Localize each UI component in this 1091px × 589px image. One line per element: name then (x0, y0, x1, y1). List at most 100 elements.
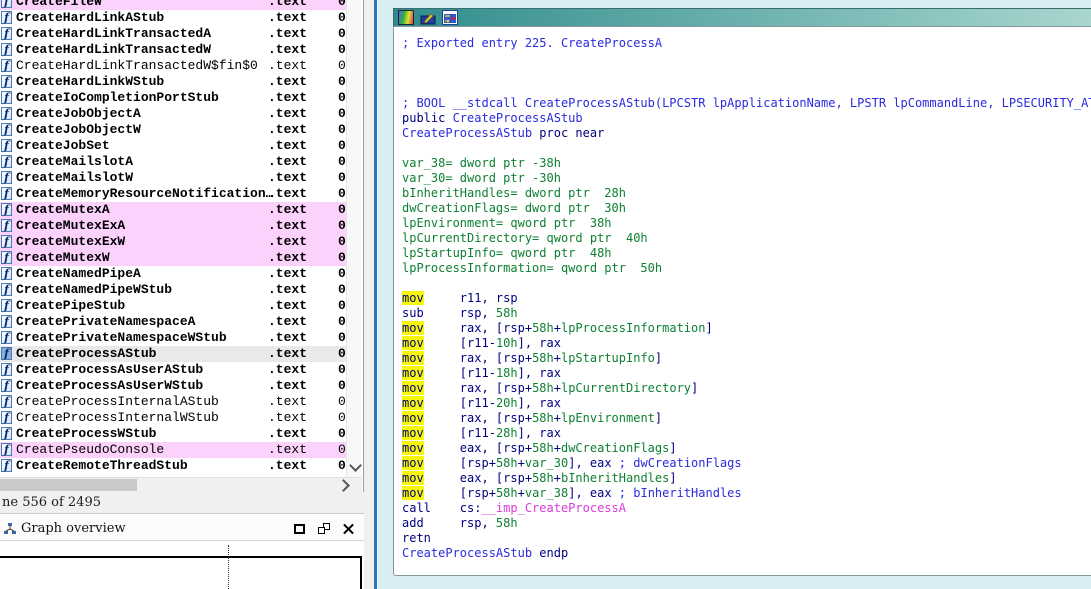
function-row[interactable]: f CreateMutexExW .text 0 (0, 234, 347, 250)
function-row[interactable]: f CreateMailslotA .text 0 (0, 154, 347, 170)
keyword-token: ] (669, 441, 677, 455)
code-line[interactable]: var_30= dword ptr -30h (402, 171, 1091, 186)
function-row[interactable]: f CreateNamedPipeA .text 0 (0, 266, 347, 282)
function-row[interactable]: fCreateProcessInternalWStub.text00 (0, 410, 347, 426)
function-row[interactable]: f CreateJobObjectW .text 0 (0, 122, 347, 138)
code-line[interactable]: mov rax, [rsp+58h+lpCurrentDirectory] (402, 381, 1091, 396)
code-line[interactable]: mov rax, [rsp+58h+lpProcessInformation] (402, 321, 1091, 336)
function-row[interactable]: f CreateIoCompletionPortStub .text 0 (0, 90, 347, 106)
code-line[interactable]: var_38= dword ptr -38h (402, 156, 1091, 171)
code-line[interactable]: mov rax, [rsp+58h+lpStartupInfo] (402, 351, 1091, 366)
function-segment: .text (268, 122, 308, 137)
maximize-icon[interactable] (294, 523, 305, 534)
code-line[interactable]: ; Exported entry 225. CreateProcessA (402, 36, 1091, 51)
graph-view-rectangle[interactable] (0, 556, 362, 589)
functions-horizontal-scrollbar[interactable] (0, 477, 362, 492)
scroll-right-icon[interactable] (337, 479, 350, 492)
operand-token: 58h (495, 456, 518, 470)
code-line[interactable] (402, 66, 1091, 81)
close-icon[interactable] (343, 523, 354, 534)
function-row[interactable]: f CreateJobSet .text 0 (0, 138, 347, 154)
horizontal-scroll-thumb[interactable] (0, 479, 137, 491)
code-line[interactable]: mov [r11-20h], rax (402, 396, 1091, 411)
keyword-token: + (553, 321, 561, 335)
function-f-icon: f (1, 363, 12, 376)
function-row[interactable]: fCreateProcessInternalAStub.text00 (0, 394, 347, 410)
code-line[interactable]: mov [rsp+58h+var_30], eax ; dwCreationFl… (402, 456, 1091, 471)
function-row[interactable]: f CreateProcessWStub .text 0 (0, 426, 347, 442)
function-name: CreateHardLinkAStub (16, 10, 165, 25)
code-line[interactable] (402, 141, 1091, 156)
function-row[interactable]: f CreateHardLinkTransactedA .text 0 (0, 26, 347, 42)
code-line[interactable]: ; BOOL __stdcall CreateProcessAStub(LPCS… (402, 96, 1091, 111)
code-line[interactable]: public CreateProcessAStub (402, 111, 1091, 126)
function-row[interactable]: fCreatePseudoConsole.text00 (0, 442, 347, 458)
code-line[interactable]: call cs:__imp_CreateProcessA (402, 501, 1091, 516)
function-row[interactable]: f CreateRemoteThreadStub .text 0 (0, 458, 347, 474)
function-row[interactable]: f CreateMemoryResourceNotification… .text 0 (0, 186, 347, 202)
code-line[interactable]: mov r11, rsp (402, 291, 1091, 306)
float-icon[interactable] (318, 523, 330, 534)
panel-splitter[interactable] (364, 0, 378, 589)
code-line[interactable]: mov [r11-28h], rax (402, 426, 1091, 441)
code-line[interactable]: mov eax, [rsp+58h+bInheritHandles] (402, 471, 1091, 486)
function-segment: .text (268, 58, 308, 73)
graph-overview-canvas[interactable] (0, 541, 364, 589)
code-line[interactable]: mov [rsp+58h+var_38], eax ; bInheritHand… (402, 486, 1091, 501)
functions-vertical-scrollbar[interactable] (346, 0, 362, 477)
keyword-token: [r11- (423, 426, 496, 440)
code-line[interactable] (402, 51, 1091, 66)
function-row[interactable]: f CreateNamedPipeWStub .text 0 (0, 282, 347, 298)
code-line[interactable] (402, 276, 1091, 291)
keyword-token: [rsp+ (423, 486, 496, 500)
code-line[interactable]: lpStartupInfo= qword ptr 48h (402, 246, 1091, 261)
keyword-token: eax, [rsp+ (423, 471, 533, 485)
function-row[interactable]: f CreateJobObjectA .text 0 (0, 106, 347, 122)
code-line[interactable] (402, 81, 1091, 96)
code-line[interactable]: mov [r11-10h], rax (402, 336, 1091, 351)
function-row[interactable]: f CreateHardLinkWStub .text 0 (0, 74, 347, 90)
function-row[interactable]: f CreatePrivateNamespaceWStub .text 0 (0, 330, 347, 346)
graph-overview-titlebar[interactable]: Graph overview (0, 517, 364, 541)
function-f-icon: f (1, 427, 12, 440)
operand-token: dwCreationFlags= dword ptr 30h (402, 201, 626, 215)
function-name: CreateProcessWStub (16, 426, 157, 441)
function-row[interactable]: fCreateHardLinkTransactedW$fin$0.text00 (0, 58, 347, 74)
code-line[interactable]: CreateProcessAStub endp (402, 546, 1091, 561)
code-line[interactable]: retn (402, 531, 1091, 546)
function-row[interactable]: f CreateHardLinkAStub .text 0 (0, 10, 347, 26)
function-row[interactable]: f CreateMutexExA .text 0 (0, 218, 347, 234)
function-segment: .text (268, 90, 308, 105)
function-f-icon: f (1, 315, 12, 328)
code-line[interactable]: add rsp, 58h (402, 516, 1091, 531)
code-line[interactable]: lpEnvironment= qword ptr 38h (402, 216, 1091, 231)
operand-token: bInheritHandles (560, 471, 670, 485)
code-line[interactable]: lpCurrentDirectory= qword ptr 40h (402, 231, 1091, 246)
function-row[interactable]: f CreateMailslotW .text 0 (0, 170, 347, 186)
function-row[interactable]: f CreateProcessAsUserWStub .text 0 (0, 378, 347, 394)
disassembly-listing[interactable]: ; Exported entry 225. CreateProcessA ; B… (394, 27, 1091, 561)
code-line[interactable]: mov eax, [rsp+58h+dwCreationFlags] (402, 441, 1091, 456)
function-row[interactable]: f CreatePrivateNamespaceA .text 0 (0, 314, 347, 330)
function-row[interactable]: f CreateMutexW .text 0 (0, 250, 347, 266)
code-line[interactable]: dwCreationFlags= dword ptr 30h (402, 201, 1091, 216)
function-row[interactable]: f CreateHardLinkTransactedW .text 0 (0, 42, 347, 58)
scroll-down-icon[interactable] (349, 459, 362, 472)
function-row[interactable]: f CreateProcessAStub .text 0 (0, 346, 347, 362)
code-line[interactable]: lpProcessInformation= qword ptr 50h (402, 261, 1091, 276)
function-row[interactable]: f CreateFileW .text 0 (0, 0, 347, 10)
code-line[interactable]: bInheritHandles= dword ptr 28h (402, 186, 1091, 201)
sync-view-icon[interactable] (442, 10, 458, 25)
keyword-token: eax, [rsp+ (423, 441, 533, 455)
code-line[interactable]: mov [r11-18h], rax (402, 366, 1091, 381)
function-row[interactable]: f CreateMutexA .text 0 (0, 202, 347, 218)
palette-icon[interactable] (398, 10, 414, 25)
edit-colors-icon[interactable] (420, 10, 436, 25)
code-line[interactable]: CreateProcessAStub proc near (402, 126, 1091, 141)
code-line[interactable]: sub rsp, 58h (402, 306, 1091, 321)
function-row[interactable]: f CreatePipeStub .text 0 (0, 298, 347, 314)
code-line[interactable]: mov rax, [rsp+58h+lpEnvironment] (402, 411, 1091, 426)
function-row[interactable]: f CreateProcessAsUserAStub .text 0 (0, 362, 347, 378)
disassembly-view[interactable]: ; Exported entry 225. CreateProcessA ; B… (393, 26, 1091, 576)
operand-token: 58h (532, 471, 554, 485)
